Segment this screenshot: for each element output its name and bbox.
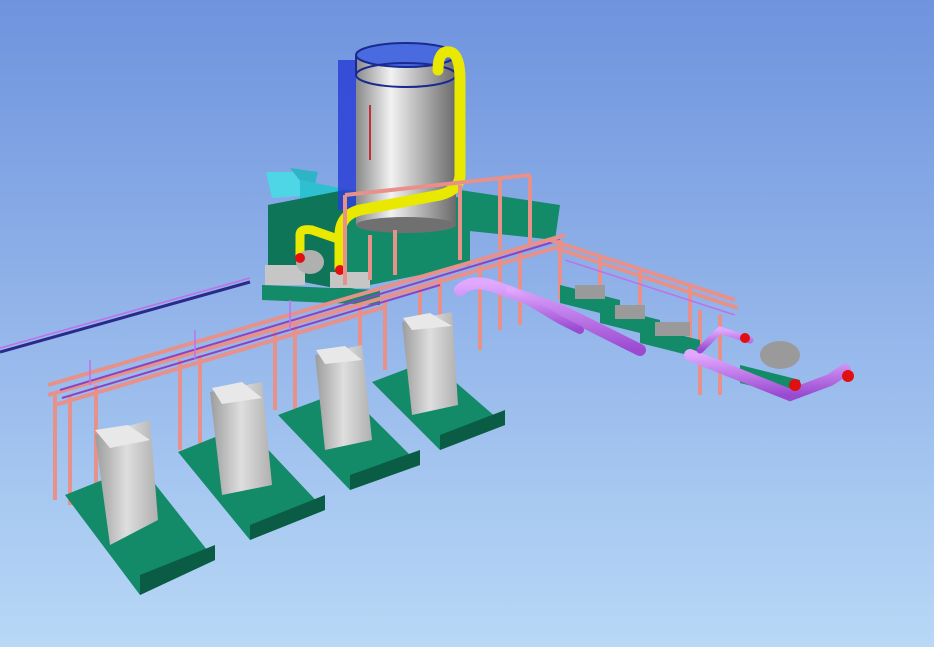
3d-model-viewport[interactable] [0, 0, 934, 647]
